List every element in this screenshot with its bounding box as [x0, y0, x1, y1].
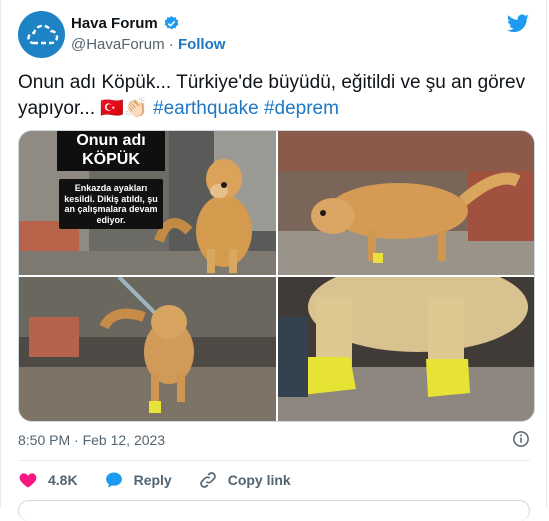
- dog-rubble-photo-3: [19, 277, 276, 421]
- link-icon: [199, 472, 216, 488]
- media-image-1[interactable]: Onun adı KÖPÜK Enkazda ayakları kesildi.…: [19, 131, 276, 275]
- media-image-2[interactable]: [278, 131, 534, 275]
- avatar[interactable]: [18, 11, 65, 58]
- heart-icon: [19, 473, 37, 488]
- media-grid[interactable]: Onun adı KÖPÜK Enkazda ayakları kesildi.…: [18, 130, 535, 422]
- flag-clap-emoji: 🇹🇷👏🏻: [100, 98, 148, 119]
- author-name-row[interactable]: Hava Forum: [71, 15, 180, 32]
- image-overlay-caption: Enkazda ayakları kesildi. Dikiş atıldı, …: [59, 179, 163, 229]
- author-handle[interactable]: @HavaForum: [71, 36, 165, 53]
- hava-forum-logo: [26, 24, 58, 44]
- dog-paws-bandaged-photo: [278, 277, 534, 421]
- media-image-4[interactable]: [278, 277, 534, 421]
- handle-row: @HavaForum · Follow: [71, 36, 225, 53]
- hashtag-earthquake[interactable]: #earthquake: [153, 98, 259, 119]
- media-image-3[interactable]: [19, 277, 276, 421]
- verified-badge-icon: [164, 16, 179, 30]
- image-overlay-title: Onun adı KÖPÜK: [57, 131, 165, 171]
- follow-button[interactable]: Follow: [178, 36, 226, 53]
- twitter-bird-icon[interactable]: [506, 12, 530, 36]
- reply-button[interactable]: Reply: [104, 470, 172, 490]
- dog-rubble-photo-2: [278, 131, 534, 275]
- tweet-card: Hava Forum @HavaForum · Follow Onun adı …: [0, 0, 547, 521]
- divider: [18, 460, 530, 461]
- info-icon[interactable]: [512, 430, 530, 448]
- author-name[interactable]: Hava Forum: [71, 15, 158, 32]
- like-count: 4.8K: [48, 472, 78, 488]
- hashtag-deprem[interactable]: #deprem: [264, 98, 339, 119]
- read-replies-button[interactable]: [18, 500, 530, 521]
- copy-link-button[interactable]: Copy link: [198, 470, 291, 490]
- action-bar: 4.8K Reply Copy link: [18, 470, 317, 490]
- timestamp[interactable]: 8:50 PM · Feb 12, 2023: [18, 432, 165, 448]
- tweet-text: Onun adı Köpük... Türkiye'de büyüdü, eği…: [18, 70, 528, 122]
- reply-label: Reply: [133, 472, 172, 488]
- separator-dot: ·: [168, 36, 174, 53]
- copy-link-label: Copy link: [227, 472, 291, 488]
- reply-icon: [105, 472, 122, 488]
- like-button[interactable]: 4.8K: [18, 470, 78, 490]
